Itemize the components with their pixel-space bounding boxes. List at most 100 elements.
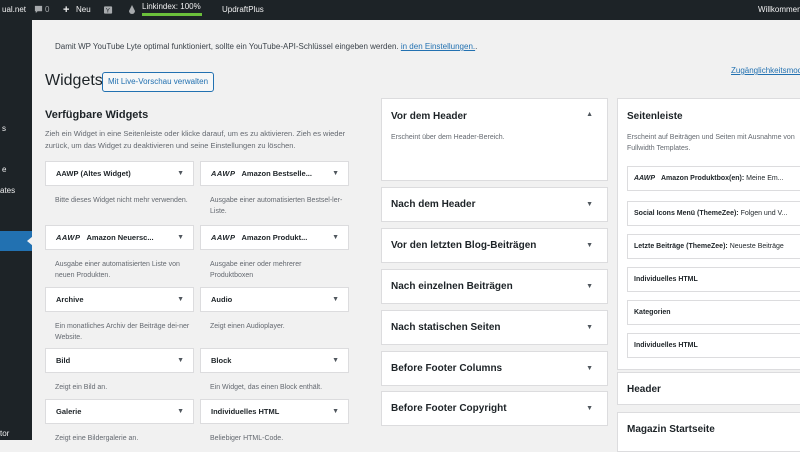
chevron-down-icon[interactable]: ▼ [586,242,593,249]
widget-name: Archive [56,295,84,304]
available-widget[interactable]: AAWP (Altes Widget) ▼ [45,161,194,186]
aawp-logo: AAWP [211,169,236,178]
chevron-down-icon[interactable]: ▼ [586,324,593,331]
widget-area[interactable]: Before Footer Columns ▼ [381,351,608,386]
area-desc: Erscheint über dem Header-Bereich. [391,134,505,141]
chevron-down-icon[interactable]: ▼ [177,400,184,423]
aawp-logo: AAWP [56,233,81,242]
widget-title: Folgen und V... [738,210,788,217]
chevron-down-icon[interactable]: ▼ [332,400,339,423]
area-title: Before Footer Copyright [391,403,507,414]
widget-name: Audio [211,295,233,304]
menu-item[interactable]: s [2,124,6,133]
plus-icon[interactable]: + [63,0,69,20]
widget-area-seitenleiste[interactable]: Seitenleiste Erscheint auf Beiträgen und… [617,98,800,370]
menu-item-widgets-active[interactable] [0,231,32,251]
linkindex-icon[interactable] [128,0,136,20]
sidebar-widget[interactable]: Kategorien [627,300,800,325]
widget-name: Block [211,356,232,365]
menu-item[interactable]: tor [0,429,9,438]
area-title: Before Footer Columns [391,363,503,374]
available-widget[interactable]: AAWP Amazon Neuersc... ▼ [45,225,194,250]
widget-desc: Ausgabe einer automatisierten Bestsel-le… [210,197,343,215]
available-widget[interactable]: AAWP Amazon Bestselle... ▼ [200,161,349,186]
chevron-down-icon[interactable]: ▼ [177,349,184,372]
linkindex-bar [142,13,202,16]
admin-menu: s e ates tor [0,20,32,440]
widget-name: Bild [56,356,71,365]
notice-dot: . [475,42,478,51]
available-widgets-desc: Zieh ein Widget in eine Seitenleiste ode… [45,129,346,150]
menu-item[interactable]: ates [0,186,15,195]
new-link[interactable]: Neu [76,0,91,20]
widget-area[interactable]: Vor dem Header ▲ Erscheint über dem Header… [381,98,608,181]
chevron-down-icon[interactable]: ▼ [586,365,593,372]
sidebar-widget[interactable]: Individuelles HTML [627,267,800,292]
linkindex-link[interactable]: Linkindex: 100% [142,0,202,20]
live-preview-button[interactable]: Mit Live-Vorschau verwalten [102,72,214,92]
widget-desc: Ausgabe einer automatisierten Liste von … [55,261,180,279]
available-widget[interactable]: Audio ▼ [200,287,349,312]
widget-area-magazin-startseite[interactable]: Magazin Startseite [617,412,800,452]
settings-link[interactable]: in den Einstellungen. [401,42,475,51]
comments-count[interactable]: 0 [45,0,49,20]
chevron-down-icon[interactable]: ▼ [586,405,593,412]
youtube-lyte-notice: Damit WP YouTube Lyte optimal funktionie… [55,42,477,51]
widget-desc: Zeigt eine Bildergalerie an. [55,435,139,442]
aawp-logo: AAWP [634,175,655,182]
chevron-down-icon[interactable]: ▼ [177,288,184,311]
available-widget[interactable]: Archive ▼ [45,287,194,312]
available-widget[interactable]: Bild ▼ [45,348,194,373]
widget-area[interactable]: Nach dem Header ▼ [381,187,608,222]
yoast-icon[interactable]: Y [104,0,113,20]
chevron-down-icon[interactable]: ▼ [332,162,339,185]
widget-desc: Ein Widget, das einen Block enthält. [210,384,323,391]
widget-desc: Zeigt einen Audioplayer. [210,323,285,330]
widget-area[interactable]: Vor den letzten Blog-Beiträgen ▼ [381,228,608,263]
area-title: Nach statischen Seiten [391,322,501,333]
widget-name: Amazon Produktbox(en): [661,175,745,182]
chevron-down-icon[interactable]: ▼ [586,283,593,290]
chevron-down-icon[interactable]: ▼ [177,226,184,249]
widget-name: Amazon Produkt... [241,233,308,242]
widget-desc: Bitte dieses Widget nicht mehr verwenden… [55,197,188,204]
available-widget[interactable]: AAWP Amazon Produkt... ▼ [200,225,349,250]
comments-icon[interactable] [34,0,43,20]
widget-name: Individuelles HTML [634,342,698,349]
chevron-down-icon[interactable]: ▼ [332,288,339,311]
admin-bar: ual.net 0 + Neu Y Linkindex: 100% Updraf… [0,0,800,20]
chevron-down-icon[interactable]: ▼ [332,226,339,249]
chevron-down-icon[interactable]: ▼ [177,162,184,185]
available-widgets-title: Verfügbare Widgets [45,109,149,121]
widget-area[interactable]: Nach einzelnen Beiträgen ▼ [381,269,608,304]
sidebar-widget[interactable]: Individuelles HTML [627,333,800,358]
menu-item[interactable]: e [2,165,6,174]
widget-name: Kategorien [634,309,671,316]
chevron-up-icon[interactable]: ▲ [586,111,593,118]
widget-desc: Beliebiger HTML-Code. [210,435,284,442]
chevron-down-icon[interactable]: ▼ [332,349,339,372]
widget-name: Amazon Neuersc... [86,233,154,242]
widget-area[interactable]: Before Footer Copyright ▼ [381,391,608,426]
site-name[interactable]: ual.net [2,0,26,20]
available-widget[interactable]: Galerie ▼ [45,399,194,424]
area-title: Vor den letzten Blog-Beiträgen [391,240,537,251]
widget-name: Individuelles HTML [634,276,698,283]
available-widget[interactable]: Individuelles HTML ▼ [200,399,349,424]
sidebar-widget[interactable]: AAWP Amazon Produktbox(en): Meine Em... [627,166,800,191]
sidebar-widget[interactable]: Letzte Beiträge (ThemeZee): Neueste Beit… [627,234,800,259]
sidebar-widget[interactable]: Social Icons Menü (ThemeZee): Folgen und… [627,201,800,226]
updraftplus-link[interactable]: UpdraftPlus [222,0,264,20]
available-widget[interactable]: Block ▼ [200,348,349,373]
widget-area-header[interactable]: Header [617,372,800,405]
accessibility-mode-link[interactable]: Zugänglichkeitsmodus [731,66,800,75]
welcome-user[interactable]: Willkommen [758,0,800,20]
widget-area[interactable]: Nach statischen Seiten ▼ [381,310,608,345]
area-title: Vor dem Header [391,111,467,122]
chevron-down-icon[interactable]: ▼ [586,201,593,208]
widget-name: Amazon Bestselle... [241,169,312,178]
widget-desc: Ein monatliches Archiv der Beiträge dei-… [55,323,190,341]
widget-name: AAWP (Altes Widget) [56,169,131,178]
area-title: Header [627,384,661,395]
widget-title: Meine Em... [744,175,784,182]
